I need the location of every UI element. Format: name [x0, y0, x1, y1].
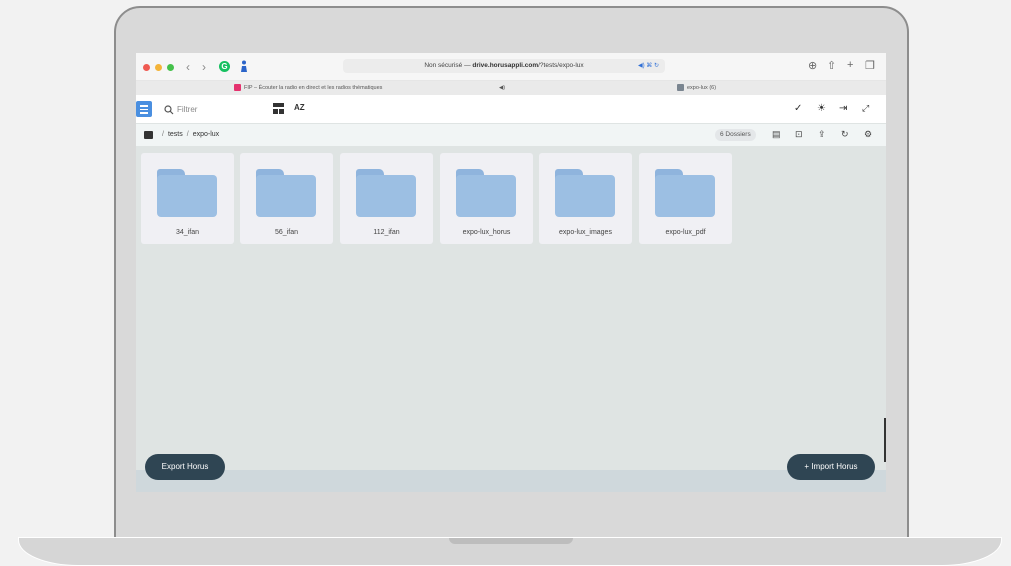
folder-icon — [456, 169, 516, 217]
minimize-window-button[interactable] — [155, 64, 162, 71]
folder-name: expo-lux_images — [559, 229, 612, 236]
breadcrumb-separator: / — [186, 131, 189, 138]
scrollbar-edge[interactable] — [884, 418, 886, 462]
filter-search[interactable]: Filtrer — [162, 103, 262, 117]
tab-expo-lux[interactable]: expo-lux (6) — [677, 81, 797, 95]
laptop-base — [18, 537, 1002, 566]
url-audio-reload-icons[interactable]: ◀) ⌘ ↻ — [638, 59, 659, 73]
upload-icon[interactable]: ⇪ — [818, 129, 826, 140]
maximize-window-button[interactable] — [167, 64, 174, 71]
folder-name: expo-lux_horus — [462, 229, 511, 236]
folder-card[interactable]: expo-lux_images — [539, 153, 632, 244]
url-domain: drive.horusappli.com — [472, 62, 539, 69]
logout-icon[interactable]: ⇥ — [839, 103, 847, 114]
url-path: /?tests/expo-lux — [538, 62, 584, 69]
search-icon — [164, 105, 174, 115]
tab-overview-icon[interactable]: ❐ — [865, 59, 875, 72]
check-icon[interactable]: ✓ — [794, 103, 802, 114]
browser-toolbar: ‹ › G Non sécurisé — drive.horusappli.co… — [136, 53, 886, 81]
layout-view-icon[interactable] — [273, 103, 284, 114]
folder-card[interactable]: expo-lux_horus — [440, 153, 533, 244]
folder-icon — [157, 169, 217, 217]
sort-az-icon[interactable]: AZ — [294, 103, 305, 112]
folder-icon — [356, 169, 416, 217]
folder-card[interactable]: 34_ifan — [141, 153, 234, 244]
menu-line — [140, 105, 148, 107]
folder-card[interactable]: 112_ifan — [340, 153, 433, 244]
folder-icon — [555, 169, 615, 217]
laptop-notch — [449, 538, 573, 544]
browser-window: ‹ › G Non sécurisé — drive.horusappli.co… — [136, 53, 886, 492]
back-icon[interactable]: ‹ — [186, 60, 190, 74]
export-horus-button[interactable]: Export Horus — [145, 454, 225, 480]
home-folder-icon[interactable] — [144, 131, 153, 139]
tab-fip-title: FIP – Écouter la radio en direct et les … — [244, 85, 383, 91]
fip-favicon-icon — [234, 84, 241, 92]
tab-fip[interactable]: FIP – Écouter la radio en direct et les … — [234, 81, 514, 95]
hamburger-menu-button[interactable] — [136, 101, 152, 117]
breadcrumb-separator: / — [162, 131, 164, 138]
folder-icon — [655, 169, 715, 217]
close-window-button[interactable] — [143, 64, 150, 71]
menu-line — [140, 112, 148, 114]
menu-line — [140, 108, 148, 110]
horus-favicon-icon — [677, 84, 684, 92]
folder-count-badge: 6 Dossiers — [715, 129, 756, 141]
search-input[interactable]: Filtrer — [177, 103, 197, 117]
folder-icon — [256, 169, 316, 217]
refresh-icon[interactable]: ↻ — [841, 129, 849, 140]
folder-settings-icon[interactable]: ⚙ — [864, 129, 872, 140]
import-horus-button[interactable]: + Import Horus — [787, 454, 875, 480]
breadcrumb-bar: / tests / expo-lux 6 Dossiers ▤ ⊡ ⇪ ↻ ⚙ — [136, 124, 886, 146]
folder-card[interactable]: expo-lux_pdf — [639, 153, 732, 244]
breadcrumb-item-expo-lux[interactable]: expo-lux — [193, 131, 219, 138]
tab-audio-icon[interactable]: ◀) — [499, 81, 505, 95]
forward-icon[interactable]: › — [202, 60, 206, 74]
folder-name: expo-lux_pdf — [665, 229, 706, 236]
folder-card[interactable]: 56_ifan — [240, 153, 333, 244]
tab-bar: FIP – Écouter la radio en direct et les … — [136, 81, 886, 95]
folder-name: 56_ifan — [275, 229, 298, 236]
grammarly-icon[interactable]: G — [219, 61, 230, 72]
person-extension-icon[interactable] — [240, 60, 248, 73]
download-icon[interactable]: ⊕ — [808, 59, 817, 72]
new-folder-icon[interactable]: ⊡ — [795, 129, 803, 140]
tab-expo-lux-title: expo-lux (6) — [687, 85, 717, 91]
fullscreen-icon[interactable]: ⤢ — [862, 103, 869, 114]
folder-name: 34_ifan — [176, 229, 199, 236]
url-security-label: Non sécurisé — — [424, 62, 473, 69]
new-tab-icon[interactable]: + — [847, 59, 853, 71]
theme-sun-icon[interactable]: ☀ — [817, 103, 826, 114]
app-header: Filtrer AZ ✓ ☀ ⇥ ⤢ — [136, 95, 886, 123]
address-bar[interactable]: Non sécurisé — drive.horusappli.com/?tes… — [343, 59, 665, 73]
folder-name: 112_ifan — [373, 229, 400, 236]
share-icon[interactable]: ⇧ — [827, 59, 836, 72]
breadcrumb: / tests / expo-lux — [158, 124, 219, 146]
bottom-bar — [136, 470, 886, 492]
breadcrumb-item-tests[interactable]: tests — [168, 131, 183, 138]
new-file-icon[interactable]: ▤ — [772, 129, 781, 140]
